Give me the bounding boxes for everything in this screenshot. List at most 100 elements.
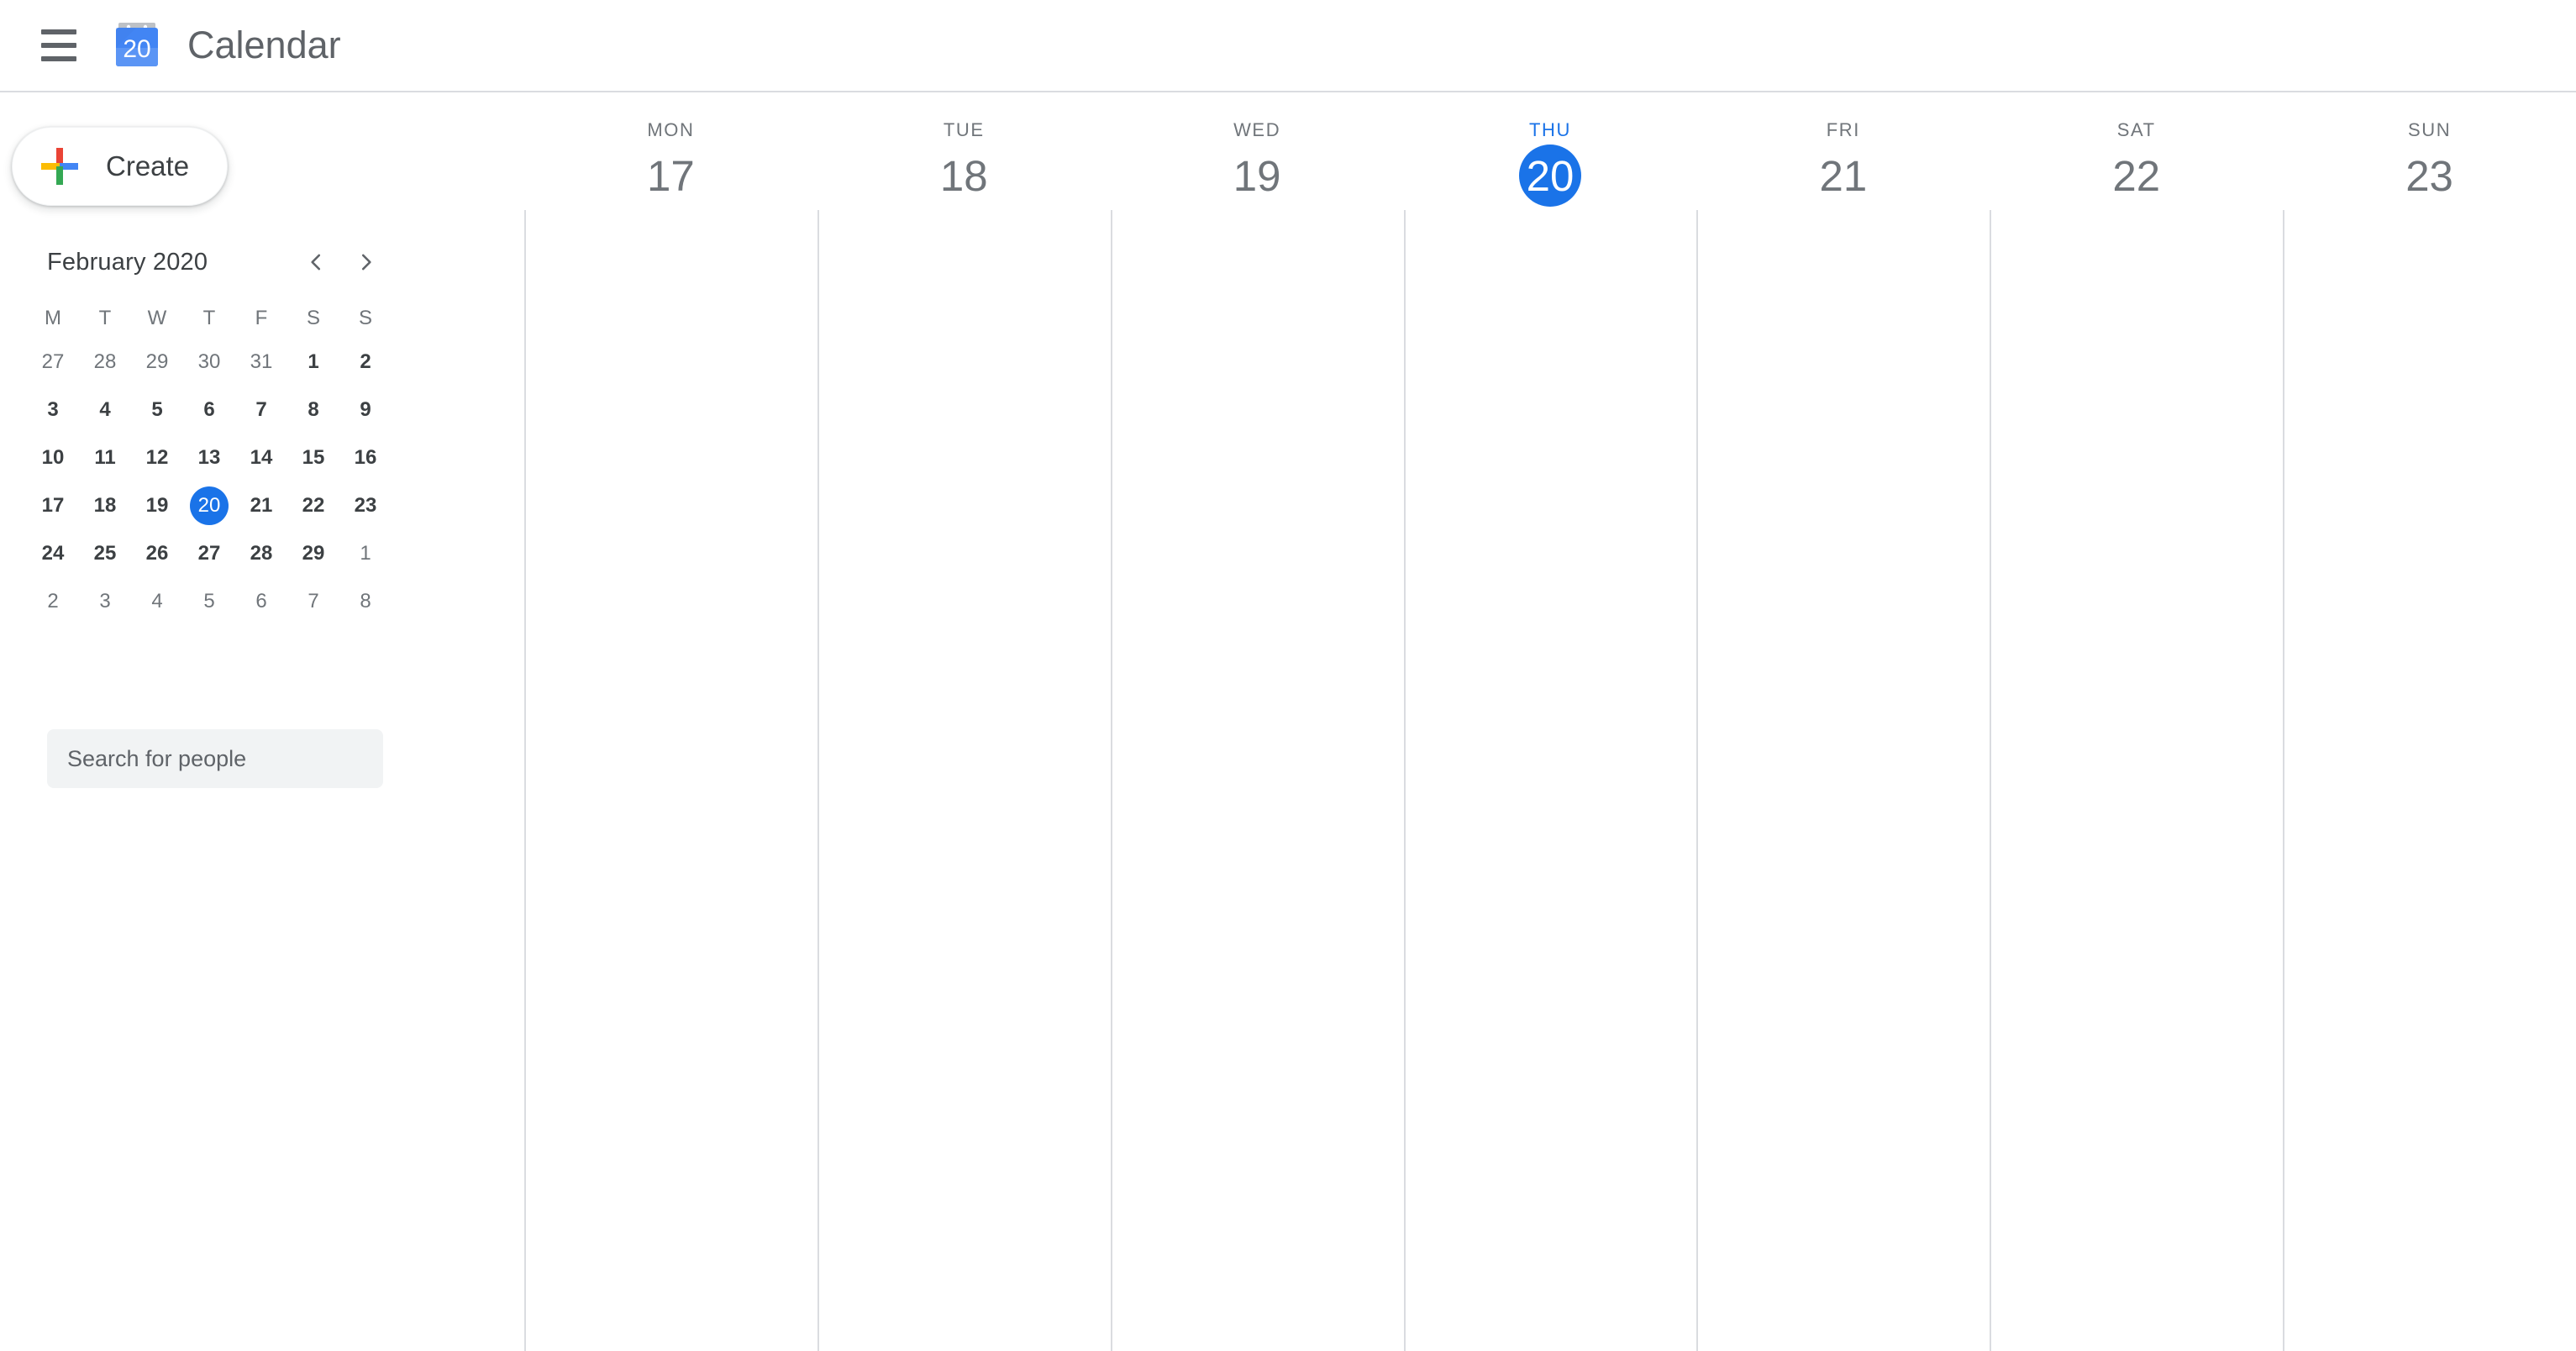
mini-calendar-day[interactable]: 3 <box>79 577 131 625</box>
day-column-grid <box>524 210 2576 1351</box>
mini-calendar-day[interactable]: 18 <box>79 481 131 529</box>
mini-calendar-day-number: 16 <box>354 445 377 469</box>
mini-calendar-day-number: 2 <box>47 589 59 612</box>
mini-calendar-day[interactable]: 16 <box>339 434 392 481</box>
day-header-today[interactable]: THU 20 <box>1404 92 1697 210</box>
mini-calendar-day[interactable]: 5 <box>183 577 235 625</box>
day-header[interactable]: FRI 21 <box>1696 92 1990 210</box>
mini-calendar-day-number: 5 <box>203 589 215 612</box>
mini-calendar-day[interactable]: 28 <box>235 529 287 577</box>
mini-calendar-day-number: 23 <box>354 493 377 517</box>
mini-calendar-day-number: 17 <box>41 493 65 517</box>
mini-calendar-day[interactable]: 8 <box>339 577 392 625</box>
mini-calendar-dow: S <box>358 307 372 329</box>
hamburger-menu-icon[interactable] <box>22 8 96 82</box>
mini-calendar-day[interactable]: 12 <box>131 434 183 481</box>
day-header[interactable]: WED 19 <box>1111 92 1404 210</box>
create-button[interactable]: Create <box>12 127 228 206</box>
mini-calendar-dow: T <box>98 307 112 329</box>
day-column[interactable] <box>1696 210 1990 1351</box>
mini-calendar-day[interactable]: 4 <box>79 386 131 434</box>
mini-calendar-day[interactable]: 7 <box>287 577 339 625</box>
day-header[interactable]: SAT 22 <box>1990 92 2283 210</box>
mini-calendar-day[interactable]: 14 <box>235 434 287 481</box>
mini-calendar-day-number: 26 <box>145 541 169 565</box>
mini-calendar-day[interactable]: 6 <box>183 386 235 434</box>
day-number[interactable]: 22 <box>2105 145 2168 207</box>
mini-calendar-day-number: 11 <box>94 445 116 469</box>
day-header[interactable]: TUE 18 <box>817 92 1111 210</box>
day-header[interactable]: MON 17 <box>524 92 817 210</box>
mini-calendar-day[interactable]: 10 <box>27 434 79 481</box>
mini-calendar-day-number: 8 <box>360 589 371 612</box>
day-of-week-label: TUE <box>943 119 985 140</box>
mini-calendar-day[interactable]: 29 <box>131 338 183 386</box>
mini-calendar-day[interactable]: 11 <box>79 434 131 481</box>
day-header[interactable]: SUN 23 <box>2283 92 2576 210</box>
chevron-right-icon[interactable] <box>344 240 388 284</box>
mini-calendar-day[interactable]: 1 <box>339 529 392 577</box>
mini-calendar-day-number: 12 <box>145 445 169 469</box>
mini-calendar-day[interactable]: 21 <box>235 481 287 529</box>
mini-calendar-day[interactable]: 27 <box>27 338 79 386</box>
mini-calendar-day[interactable]: 3 <box>27 386 79 434</box>
day-number[interactable]: 23 <box>2399 145 2461 207</box>
mini-calendar-day[interactable]: 19 <box>131 481 183 529</box>
mini-calendar-day[interactable]: 2 <box>339 338 392 386</box>
day-number[interactable]: 17 <box>639 145 702 207</box>
mini-calendar-day[interactable]: 29 <box>287 529 339 577</box>
mini-calendar-day[interactable]: 28 <box>79 338 131 386</box>
chevron-left-icon[interactable] <box>294 240 338 284</box>
mini-calendar-day[interactable]: 9 <box>339 386 392 434</box>
week-view: MON 17 TUE 18 WED 19 THU 20 FRI 21 SAT 22 SUN 23 <box>524 92 2576 1351</box>
day-number[interactable]: 19 <box>1226 145 1288 207</box>
mini-calendar-day[interactable]: 22 <box>287 481 339 529</box>
day-number[interactable]: 21 <box>1812 145 1874 207</box>
mini-calendar-day[interactable]: 13 <box>183 434 235 481</box>
mini-calendar-day-number: 29 <box>302 541 325 565</box>
mini-calendar-day[interactable]: 17 <box>27 481 79 529</box>
day-of-week-label: THU <box>1528 119 1571 140</box>
mini-calendar-day[interactable]: 8 <box>287 386 339 434</box>
mini-calendar-day-number: 3 <box>47 397 59 421</box>
day-column[interactable] <box>1110 210 1404 1351</box>
mini-calendar-day[interactable]: 7 <box>235 386 287 434</box>
mini-calendar-day[interactable]: 26 <box>131 529 183 577</box>
mini-calendar-day[interactable]: 5 <box>131 386 183 434</box>
hamburger-bar <box>41 29 76 34</box>
mini-calendar-day[interactable]: 2 <box>27 577 79 625</box>
day-number[interactable]: 20 <box>1518 145 1581 207</box>
logo-day-number: 20 <box>123 35 150 63</box>
brand-home-link[interactable]: 20 Calendar <box>111 19 341 71</box>
mini-calendar-day[interactable]: 25 <box>79 529 131 577</box>
day-column[interactable] <box>524 210 817 1351</box>
day-column[interactable] <box>2283 210 2576 1351</box>
day-column[interactable] <box>1990 210 2283 1351</box>
mini-calendar-day[interactable]: 30 <box>183 338 235 386</box>
mini-calendar-day-number: 20 <box>190 486 229 525</box>
search-input[interactable] <box>47 729 383 788</box>
day-header-row: MON 17 TUE 18 WED 19 THU 20 FRI 21 SAT 22 SUN 23 <box>524 92 2576 210</box>
mini-calendar-day-number: 2 <box>360 350 371 373</box>
mini-calendar-day-number: 13 <box>197 445 221 469</box>
mini-calendar-day[interactable]: 31 <box>235 338 287 386</box>
day-of-week-label: FRI <box>1826 119 1860 140</box>
mini-calendar-day[interactable]: 6 <box>235 577 287 625</box>
mini-calendar-day-number: 8 <box>308 397 319 421</box>
mini-calendar-day[interactable]: 24 <box>27 529 79 577</box>
multicolor-plus-icon <box>37 144 82 189</box>
mini-calendar-day[interactable]: 15 <box>287 434 339 481</box>
day-of-week-label: WED <box>1233 119 1281 140</box>
day-column[interactable] <box>1403 210 1697 1351</box>
mini-calendar-day[interactable]: 23 <box>339 481 392 529</box>
day-column[interactable] <box>817 210 1111 1351</box>
mini-calendar-day[interactable]: 4 <box>131 577 183 625</box>
mini-calendar-day[interactable]: 27 <box>183 529 235 577</box>
mini-calendar-day-number: 15 <box>302 445 325 469</box>
mini-calendar-day[interactable]: 1 <box>287 338 339 386</box>
day-number[interactable]: 18 <box>933 145 995 207</box>
mini-calendar-day-number: 29 <box>145 350 169 373</box>
mini-calendar-day-selected[interactable]: 20 <box>183 481 235 529</box>
mini-calendar-day-number: 22 <box>302 493 325 517</box>
page-title: Calendar <box>187 24 341 66</box>
